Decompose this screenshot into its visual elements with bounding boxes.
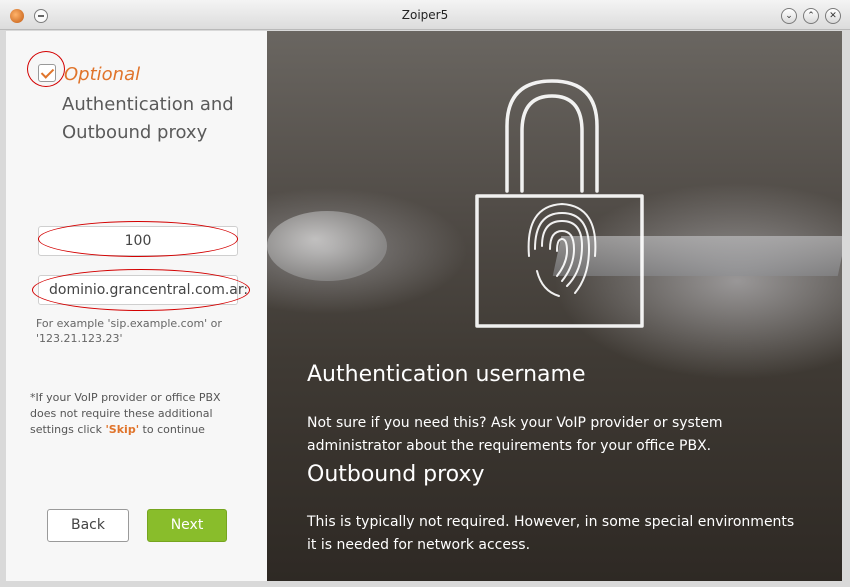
maximize-icon[interactable]: ⌃ — [803, 8, 819, 24]
note-suffix: to continue — [139, 423, 205, 436]
page-title-line1: Authentication and — [62, 94, 234, 115]
hint-line2: '123.21.123.23' — [36, 332, 123, 345]
auth-username-field[interactable]: 100 — [38, 226, 238, 256]
optional-label: Optional — [64, 64, 141, 85]
outbound-proxy-field[interactable]: dominio.grancentral.com.ar: — [38, 275, 248, 305]
optional-checkbox[interactable] — [38, 64, 56, 82]
auth-username-text: Not sure if you need this? Ask your VoIP… — [307, 415, 723, 454]
next-button[interactable]: Next — [147, 509, 227, 542]
window-title: Zoiper5 — [401, 8, 449, 22]
minimize-icon[interactable]: ⌄ — [781, 8, 797, 24]
proxy-example-hint: For example 'sip.example.com' or '123.21… — [36, 316, 246, 346]
outbound-proxy-text: This is typically not required. However,… — [307, 514, 795, 553]
page-title-line2: Outbound proxy — [62, 122, 208, 143]
close-icon[interactable]: ✕ — [825, 8, 841, 24]
background-mouse-image — [267, 211, 387, 281]
window-titlebar: Zoiper5 ⌄ ⌃ ✕ — [0, 0, 850, 30]
back-button[interactable]: Back — [47, 509, 129, 542]
skip-note: *If your VoIP provider or office PBX doe… — [30, 390, 245, 438]
auth-username-title: Authentication username — [307, 362, 586, 387]
padlock-fingerprint-icon — [475, 79, 644, 328]
hint-line1: For example 'sip.example.com' or — [36, 317, 222, 330]
wizard-info-panel: Authentication username Not sure if you … — [267, 31, 842, 581]
skip-link[interactable]: 'Skip' — [105, 423, 139, 436]
page-title: Authentication and Outbound proxy — [62, 91, 262, 147]
outbound-proxy-title: Outbound proxy — [307, 462, 485, 487]
wizard-left-panel: Optional Authentication and Outbound pro… — [6, 31, 267, 581]
